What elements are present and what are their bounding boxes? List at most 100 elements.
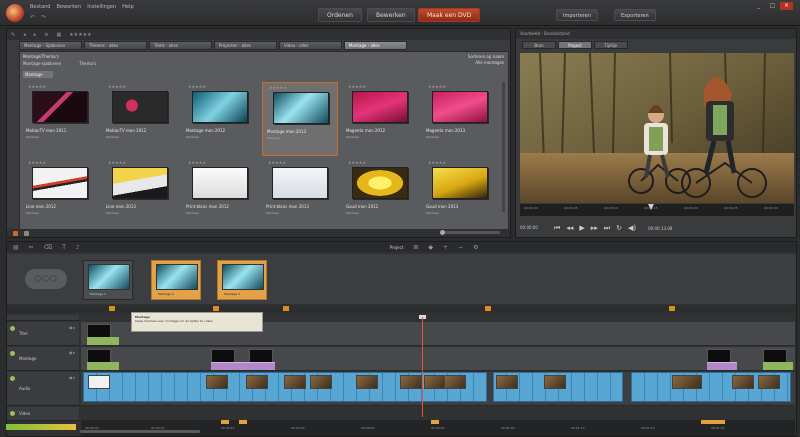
marker[interactable] (213, 306, 219, 311)
library-item[interactable]: ★★★★★ MotionTV mon 2011 Montage (22, 82, 98, 156)
library-tab-5[interactable]: Montage - alles (344, 41, 407, 50)
chapter-marker[interactable] (239, 420, 247, 424)
delete-icon[interactable]: ⌫ (44, 244, 52, 251)
library-tab-3[interactable]: Projecten - alles (214, 41, 277, 50)
filter-label[interactable]: Alle montages (468, 60, 504, 66)
menu-item-edit[interactable]: Bewerken (56, 4, 81, 10)
marker[interactable] (485, 306, 491, 311)
settings-icon[interactable]: ⚙ (473, 244, 478, 251)
menu-item-settings[interactable]: Instellingen (87, 4, 116, 10)
timeline-menu-icon[interactable]: ▤ (13, 244, 19, 251)
razor-icon[interactable]: ✂ (29, 244, 34, 251)
tab-edit[interactable]: Bewerken (367, 8, 415, 22)
rating-filter-icon[interactable]: ★★★★★ (69, 32, 91, 38)
library-tab-1[interactable]: Themes - alles (84, 41, 147, 50)
library-item[interactable]: ★★★★★ Print blanc mon 2013 Montage (262, 158, 338, 232)
thumbnail-size-slider[interactable] (440, 230, 500, 235)
chapter-marker[interactable] (701, 420, 725, 424)
track-header-video[interactable]: Video (7, 407, 79, 421)
library-sub-0[interactable]: Montage-sjablonen (23, 61, 61, 66)
library-tab-0[interactable]: Montage - Sjablonen (19, 41, 82, 50)
forward-icon[interactable]: ▸ (34, 32, 37, 38)
zoom-in-icon[interactable]: + (443, 244, 448, 251)
back-icon[interactable]: ◂ (23, 32, 26, 38)
close-button[interactable]: × (780, 2, 793, 10)
storyboard-clip[interactable]: Montage 1 (83, 260, 133, 300)
tab-organize[interactable]: Ordenen (318, 8, 362, 22)
track-clip[interactable] (249, 349, 273, 363)
storyboard-clip-selected[interactable]: Montage 3 (217, 260, 267, 300)
track-clip-bar[interactable] (87, 362, 119, 370)
export-button[interactable]: Exporteren (614, 9, 656, 21)
library-item[interactable]: ★★★★★ Montage mon 2012 Montage (182, 82, 258, 156)
import-button[interactable]: Importeren (556, 9, 598, 21)
track-video[interactable] (81, 372, 795, 406)
track-clip-bar[interactable] (211, 362, 275, 370)
track-header-montage[interactable]: Montage ◀ ▸ (7, 347, 79, 371)
track-clip[interactable] (763, 349, 787, 363)
video-preview[interactable] (520, 53, 794, 203)
volume-icon[interactable]: ◀) (628, 223, 636, 233)
track-clip[interactable] (211, 349, 235, 363)
track-header-audio[interactable]: Audio ◀ ▸ (7, 372, 79, 406)
video-clip[interactable] (631, 372, 791, 402)
slider-knob[interactable] (440, 230, 445, 235)
menu-item-file[interactable]: Bestand (30, 4, 50, 10)
maximize-button[interactable]: □ (766, 2, 779, 10)
library-sub-1[interactable]: Thema's (79, 61, 96, 66)
go-start-icon[interactable]: ⏮ (554, 223, 560, 233)
chapter-marker[interactable] (431, 420, 439, 424)
title-tool-icon[interactable]: T (62, 244, 66, 251)
filter-icon[interactable] (24, 230, 29, 236)
library-item-selected[interactable]: ★★★★★ Montage mon 2013 Montage (262, 82, 338, 156)
track-clip-bar[interactable] (87, 337, 119, 345)
undo-icon[interactable]: ↶ (30, 14, 35, 21)
visibility-icon[interactable] (10, 411, 15, 416)
track-controls-icon[interactable]: ◀ ▸ (69, 325, 75, 330)
minimize-button[interactable]: _ (752, 2, 765, 10)
video-clip[interactable] (493, 372, 623, 402)
library-category[interactable]: Montage (23, 71, 53, 78)
library-item[interactable]: ★★★★★ Line mon 2013 Montage (102, 158, 178, 232)
track-clip[interactable] (87, 349, 111, 363)
go-end-icon[interactable]: ⏭ (604, 223, 610, 233)
audio-tool-icon[interactable]: ♪ (76, 244, 80, 251)
player-ruler[interactable]: 00:00:00 00:00:05 00:00:10 00:00:15 00:0… (520, 204, 794, 216)
menu-item-help[interactable]: Help (122, 4, 133, 10)
library-item[interactable]: ★★★★★ MotionTV mon 2012 Montage (102, 82, 178, 156)
library-scrollbar[interactable] (502, 82, 505, 212)
storyboard-clip-selected[interactable]: Montage 2 (151, 260, 201, 300)
library-item[interactable]: ★★★★★ Magenta mon 2012 Montage (342, 82, 418, 156)
player-tab-project[interactable]: Project (558, 41, 592, 49)
orange-flag-icon[interactable] (13, 230, 18, 236)
library-item[interactable]: ★★★★★ Magenta mon 2013 Montage (422, 82, 498, 156)
zoom-out-icon[interactable]: − (458, 244, 463, 251)
library-item[interactable]: ★★★★★ Line mon 2012 Montage (22, 158, 98, 232)
project-dropdown[interactable]: Project (390, 245, 404, 250)
visibility-icon[interactable] (10, 351, 15, 356)
step-back-icon[interactable]: ◂◂ (566, 223, 573, 233)
track-controls-icon[interactable]: ◀ ▸ (69, 350, 75, 355)
marker[interactable] (283, 306, 289, 311)
snap-icon[interactable]: ⊞ (413, 244, 418, 251)
marker[interactable] (669, 306, 675, 311)
library-item[interactable]: ★★★★★ Print blanc mon 2012 Montage (182, 158, 258, 232)
grid-icon[interactable]: ▦ (56, 32, 61, 38)
player-tab-timeline[interactable]: Tijdlijn (594, 41, 628, 49)
step-forward-icon[interactable]: ▸▸ (591, 223, 598, 233)
redo-icon[interactable]: ↷ (41, 14, 46, 21)
marker-icon[interactable]: ◆ (428, 244, 433, 251)
list-icon[interactable]: ≡ (44, 32, 48, 38)
library-tab-4[interactable]: Video - alles (279, 41, 342, 50)
track-montage[interactable] (81, 347, 795, 371)
video-clip[interactable] (83, 372, 487, 402)
timeline-ruler[interactable]: 00:00:00 00:00:10 00:00:20 00:00:30 00:0… (81, 420, 795, 436)
playhead[interactable] (422, 317, 423, 417)
visibility-icon[interactable] (10, 376, 15, 381)
timeline-scrollbar[interactable] (80, 430, 200, 433)
wrench-icon[interactable]: ✎ (11, 32, 15, 38)
track-header-title[interactable]: Titel ◀ ▸ (7, 322, 79, 346)
tab-make-dvd[interactable]: Maak een DVD (418, 8, 481, 22)
player-tab-source[interactable]: Bron (522, 41, 556, 49)
library-item[interactable]: ★★★★★ Goud mon 2012 Montage (342, 158, 418, 232)
